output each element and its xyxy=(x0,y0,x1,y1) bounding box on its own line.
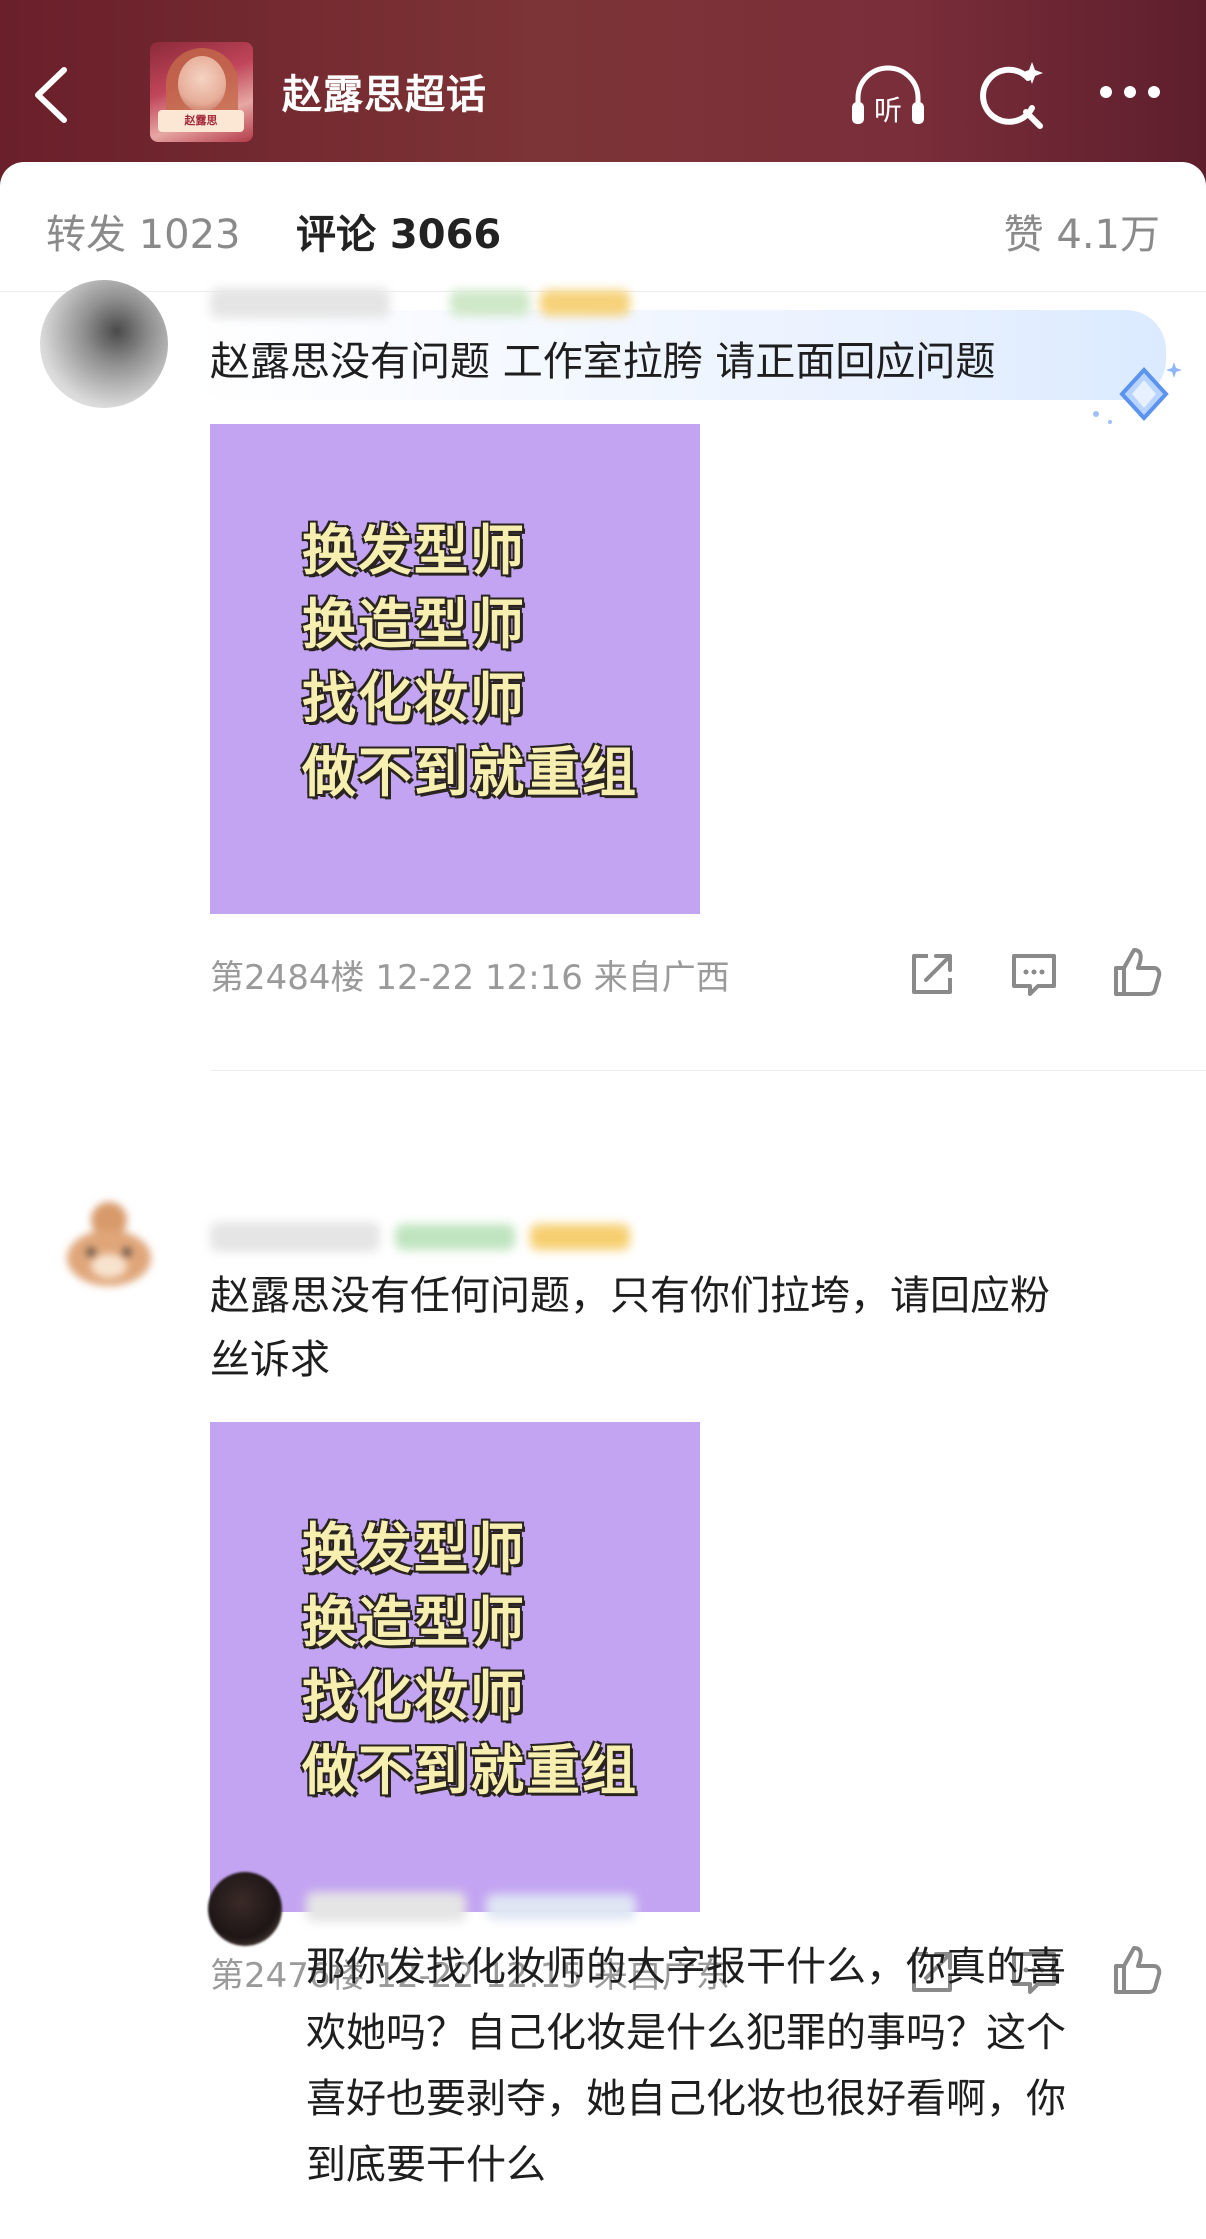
more-button[interactable] xyxy=(1090,56,1170,136)
user-badge-blurred xyxy=(395,1224,515,1250)
topic-avatar[interactable]: 赵露思 xyxy=(150,42,253,142)
user-badge-blurred xyxy=(486,1894,636,1920)
reply-item: 那你发找化妆师的大字报干什么，你真的喜 欢她吗？自己化妆是什么犯罪的事吗？这个 … xyxy=(0,1872,1206,2232)
username-blurred[interactable] xyxy=(306,1892,466,1922)
topic-title[interactable]: 赵露思超话 xyxy=(282,62,487,120)
image-text-line: 找化妆师 xyxy=(302,667,526,730)
comment-meta: 第2484楼 12-22 12:16 来自广西 xyxy=(210,958,730,998)
image-text-line: 换造型师 xyxy=(302,1591,526,1654)
tab-comments[interactable]: 评论 3066 xyxy=(296,202,501,260)
back-button[interactable] xyxy=(28,60,78,130)
tab-repost[interactable]: 转发 1023 xyxy=(46,202,241,260)
username-blurred[interactable] xyxy=(210,1222,380,1252)
image-text-line: 找化妆师 xyxy=(302,1665,526,1728)
topic-avatar-label: 赵露思 xyxy=(158,110,244,132)
share-icon xyxy=(912,954,952,994)
comment-text: 赵露思没有问题 工作室拉胯 请正面回应问题 xyxy=(210,339,996,385)
reply-text: 那你发找化妆师的大字报干什么，你真的喜 欢她吗？自己化妆是什么犯罪的事吗？这个 … xyxy=(306,1944,1066,2188)
search-icon xyxy=(980,62,1043,129)
comment-item: 赵露思没有问题 工作室拉胯 请正面回应问题 换发型师 换造型师 找化妆师 做不到… xyxy=(0,280,1206,1140)
more-icon xyxy=(1100,86,1160,98)
comment-image[interactable]: 换发型师 换造型师 找化妆师 做不到就重组 xyxy=(210,424,700,914)
back-arrow-icon xyxy=(35,67,67,123)
avatar[interactable] xyxy=(45,1180,173,1308)
user-badge-blurred xyxy=(450,290,530,316)
comment-button[interactable] xyxy=(1004,944,1064,1004)
thumbs-up-icon xyxy=(1114,948,1162,996)
avatar[interactable] xyxy=(40,280,168,408)
diamond-sparkle-icon xyxy=(1093,362,1182,424)
listen-button[interactable]: 听 xyxy=(848,56,928,136)
avatar[interactable] xyxy=(208,1872,282,1946)
listen-icon: 听 xyxy=(852,65,924,127)
fan-badge-blurred xyxy=(540,290,630,316)
comments-sheet: 转发 1023 评论 3066 赞 4.1万 赵露思没有问题 工作室拉胯 请正面… xyxy=(0,162,1206,2239)
comment-item: 赵露思没有任何问题，只有你们拉垮，请回应粉 丝诉求 换发型师 换造型师 找化妆师… xyxy=(0,1060,1206,1996)
tab-likes[interactable]: 赞 4.1万 xyxy=(1004,202,1160,260)
image-text-line: 做不到就重组 xyxy=(302,1739,638,1802)
search-button[interactable] xyxy=(970,56,1050,136)
tab-bar: 转发 1023 评论 3066 赞 4.1万 xyxy=(0,162,1206,292)
image-text-line: 换发型师 xyxy=(302,519,526,582)
comment-icon xyxy=(1012,954,1056,996)
image-text-line: 做不到就重组 xyxy=(302,741,638,804)
comment-text: 赵露思没有任何问题，只有你们拉垮，请回应粉 丝诉求 xyxy=(210,1273,1050,1383)
username-blurred[interactable] xyxy=(210,288,390,318)
like-button[interactable] xyxy=(1106,942,1166,1002)
share-button[interactable] xyxy=(902,944,962,1004)
image-text-line: 换造型师 xyxy=(302,593,526,656)
image-text-line: 换发型师 xyxy=(302,1517,526,1580)
svg-text:听: 听 xyxy=(874,94,902,127)
fan-badge-blurred xyxy=(530,1224,630,1250)
comment-image[interactable]: 换发型师 换造型师 找化妆师 做不到就重组 xyxy=(210,1422,700,1912)
